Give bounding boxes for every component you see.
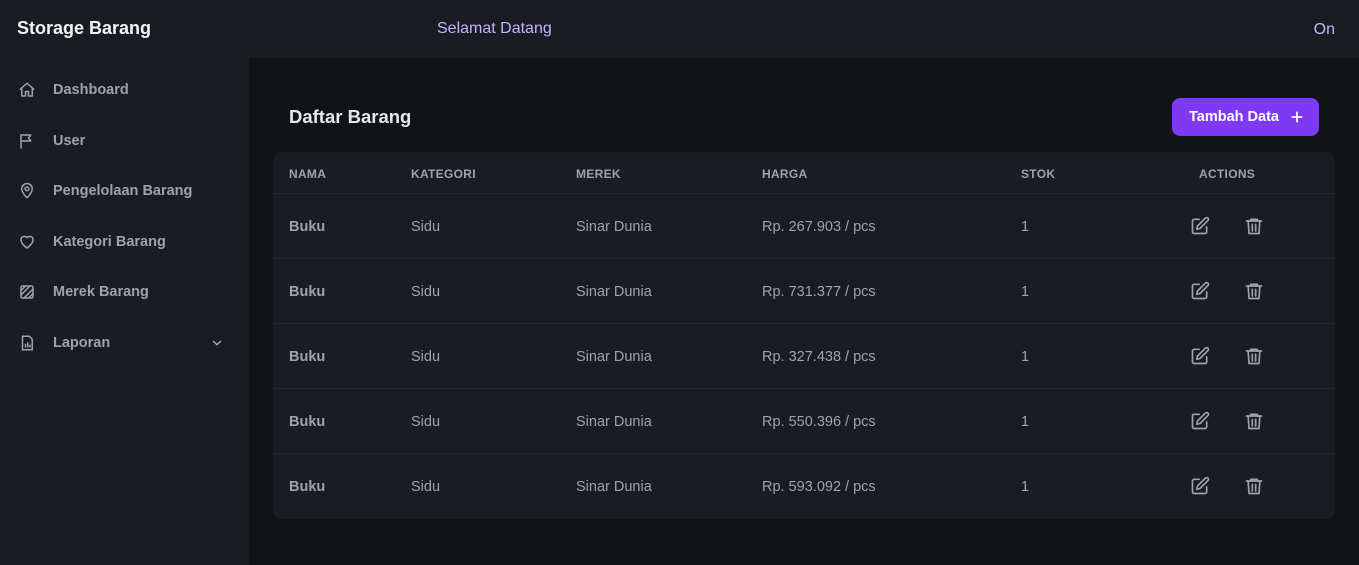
sidebar-item-merek-barang[interactable]: Merek Barang [0,272,249,312]
cell-kategori: Sidu [411,349,441,365]
cell-harga: Rp. 267.903 / pcs [762,219,876,235]
column-header-merek: MEREK [576,167,621,181]
column-header-nama: NAMA [289,167,327,181]
sidebar-item-label: Pengelolaan Barang [53,183,193,199]
edit-icon[interactable] [1190,411,1210,431]
edit-icon[interactable] [1190,346,1210,366]
page-title: Daftar Barang [289,106,412,127]
table-row: Buku Sidu Sinar Dunia Rp. 593.092 / pcs 1 [273,454,1335,519]
trash-icon[interactable] [1244,216,1264,236]
status-indicator[interactable]: On [1314,21,1335,39]
trash-icon[interactable] [1244,411,1264,431]
add-data-button[interactable]: Tambah Data [1172,98,1319,136]
cell-harga: Rp. 593.092 / pcs [762,479,876,495]
cell-nama: Buku [289,219,326,235]
cell-harga: Rp. 327.438 / pcs [762,349,876,365]
column-header-stok: STOK [1021,167,1056,181]
app-brand[interactable]: Storage Barang [17,18,151,39]
cell-stok: 1 [1021,219,1030,235]
table-row: Buku Sidu Sinar Dunia Rp. 327.438 / pcs 1 [273,324,1335,389]
cell-nama: Buku [289,479,326,495]
plus-icon [1289,109,1305,125]
report-icon [18,334,36,352]
cell-harga: Rp. 550.396 / pcs [762,414,876,430]
cell-stok: 1 [1021,349,1030,365]
cell-merek: Sinar Dunia [576,219,652,235]
table-row: Buku Sidu Sinar Dunia Rp. 267.903 / pcs 1 [273,194,1335,259]
cell-kategori: Sidu [411,414,441,430]
column-header-actions: ACTIONS [1199,167,1256,181]
sidebar-item-laporan[interactable]: Laporan [0,323,249,363]
welcome-text: Selamat Datang [437,20,552,37]
sidebar-item-label: Kategori Barang [53,234,166,250]
table-row: Buku Sidu Sinar Dunia Rp. 550.396 / pcs 1 [273,389,1335,454]
sidebar-item-pengelolaan-barang[interactable]: Pengelolaan Barang [0,171,249,211]
cell-kategori: Sidu [411,284,441,300]
top-header: Storage Barang Selamat Datang On [0,0,1359,58]
cell-stok: 1 [1021,479,1030,495]
sidebar-item-dashboard[interactable]: Dashboard [0,70,249,110]
sidebar-item-label: Laporan [53,335,111,351]
cell-nama: Buku [289,349,326,365]
cell-stok: 1 [1021,284,1030,300]
trash-icon[interactable] [1244,281,1264,301]
edit-icon[interactable] [1190,476,1210,496]
chevron-down-icon[interactable] [210,336,224,350]
cell-merek: Sinar Dunia [576,414,652,430]
items-table: NAMA KATEGORI MEREK HARGA STOK ACTIONS B… [273,152,1335,519]
sidebar-item-label: Dashboard [53,82,129,98]
trash-icon[interactable] [1244,476,1264,496]
sidebar-item-kategori-barang[interactable]: Kategori Barang [0,222,249,262]
flag-icon [18,132,36,150]
table-row: Buku Sidu Sinar Dunia Rp. 731.377 / pcs 1 [273,259,1335,324]
sidebar-item-label: User [53,133,86,149]
add-data-button-label: Tambah Data [1189,109,1279,125]
sidebar-item-label: Merek Barang [53,284,149,300]
sidebar: Dashboard User Pengelolaan Barang Katego… [0,58,249,565]
texture-icon [18,283,36,301]
heart-icon [18,233,36,251]
trash-icon[interactable] [1244,346,1264,366]
cell-merek: Sinar Dunia [576,479,652,495]
edit-icon[interactable] [1190,216,1210,236]
cell-stok: 1 [1021,414,1030,430]
cell-kategori: Sidu [411,219,441,235]
cell-merek: Sinar Dunia [576,349,652,365]
cell-nama: Buku [289,414,326,430]
column-header-kategori: KATEGORI [411,167,476,181]
table-header: NAMA KATEGORI MEREK HARGA STOK ACTIONS [273,152,1335,194]
sidebar-item-user[interactable]: User [0,121,249,161]
cell-harga: Rp. 731.377 / pcs [762,284,876,300]
cell-kategori: Sidu [411,479,441,495]
edit-icon[interactable] [1190,281,1210,301]
column-header-harga: HARGA [762,167,808,181]
location-pin-icon [18,182,36,200]
cell-nama: Buku [289,284,326,300]
cell-merek: Sinar Dunia [576,284,652,300]
home-icon [18,81,36,99]
